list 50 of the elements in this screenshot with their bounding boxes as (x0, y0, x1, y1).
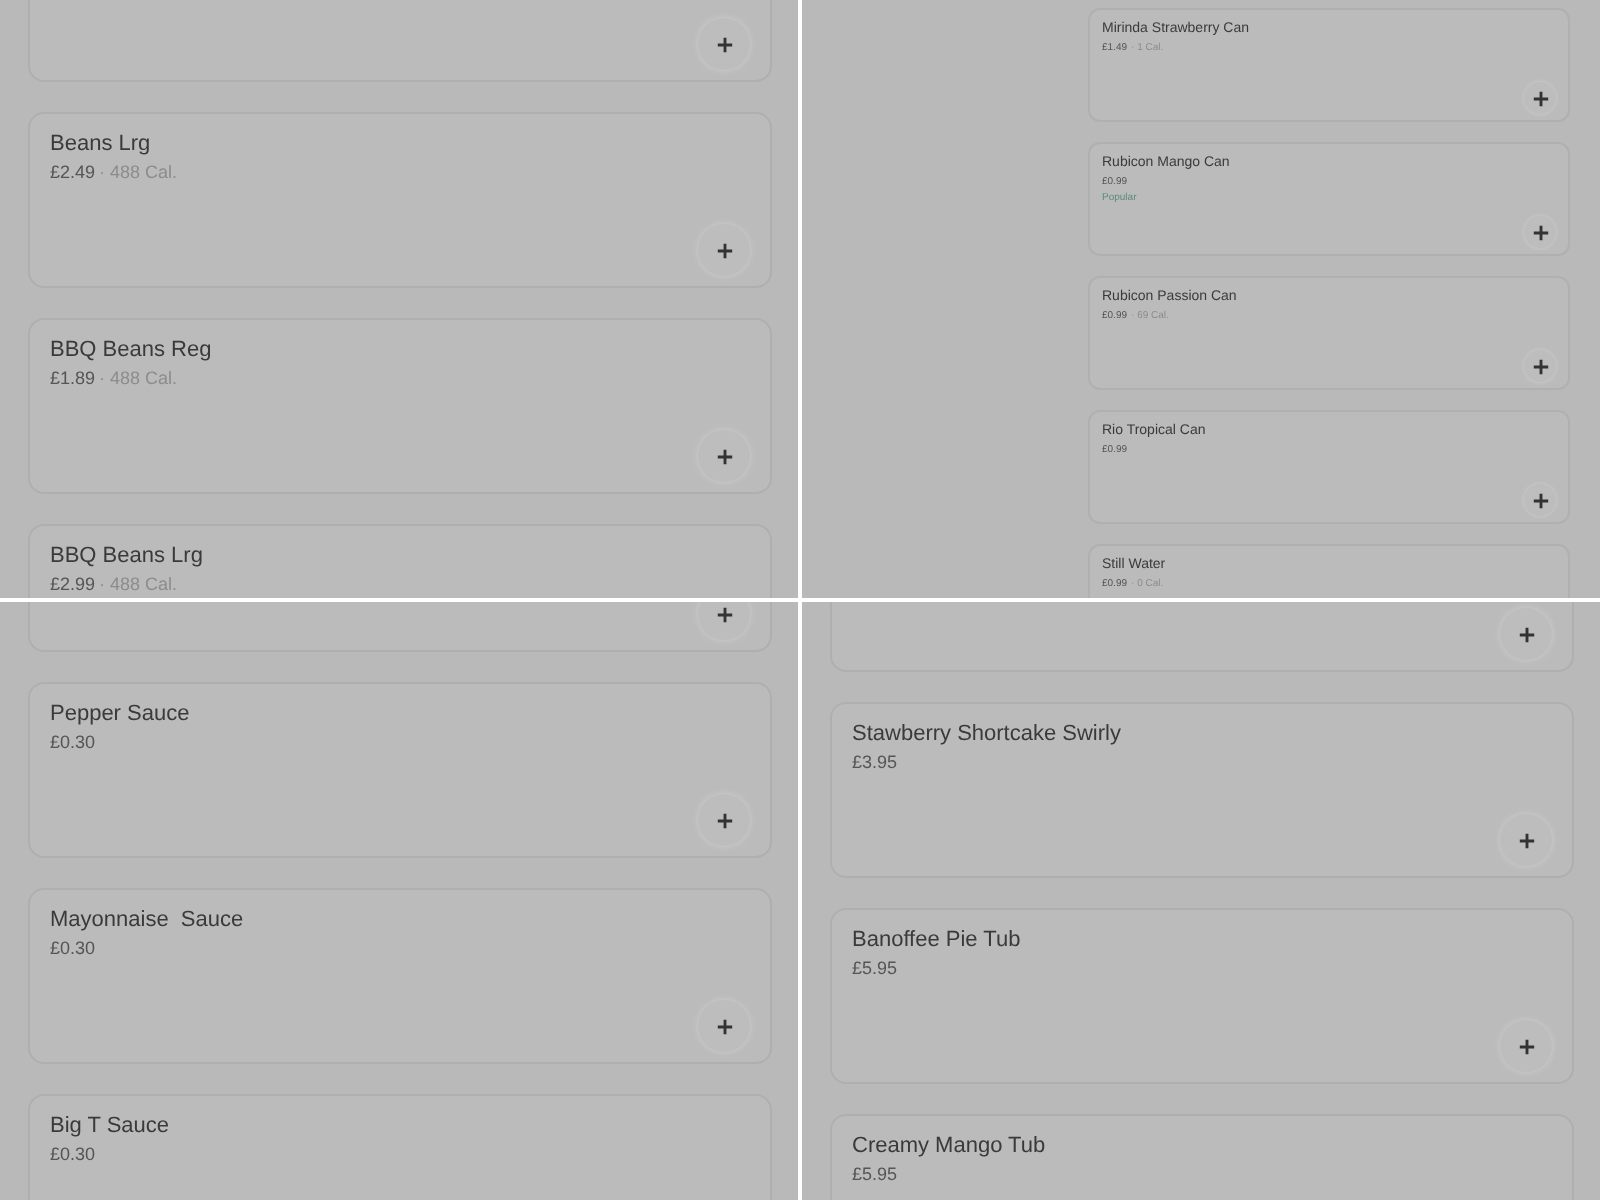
plus-icon (1517, 625, 1535, 643)
item-name: BBQ Beans Lrg (50, 542, 203, 572)
item-name: BBQ Beans Reg (50, 336, 212, 366)
add-button[interactable] (698, 18, 750, 70)
add-button[interactable] (1524, 82, 1556, 114)
item-price: £2.99 (50, 572, 96, 598)
menu-card[interactable]: Banoffee Pie Tub £5.95 (830, 908, 1574, 1084)
add-button[interactable] (698, 224, 750, 276)
add-button[interactable] (698, 1000, 750, 1052)
plus-icon (715, 605, 733, 623)
item-price: £1.89 (50, 366, 96, 392)
item-price: £0.30 (50, 1142, 96, 1168)
item-price: £3.95 (852, 750, 898, 776)
plus-icon (1531, 491, 1549, 509)
add-button[interactable] (1500, 814, 1552, 866)
item-price: £0.30 (50, 936, 96, 962)
menu-card[interactable]: Stawberry Shortcake Swirly £3.95 (830, 702, 1574, 878)
add-button[interactable] (1524, 484, 1556, 516)
item-price: £5.95 (852, 1162, 898, 1188)
plus-icon (1531, 357, 1549, 375)
add-button[interactable] (698, 602, 750, 640)
plus-icon (715, 241, 733, 259)
plus-icon (715, 447, 733, 465)
plus-icon (715, 1017, 733, 1035)
item-name: Big T Sauce (50, 1112, 170, 1142)
item-price: £2.49 (50, 160, 96, 186)
plus-icon (1517, 1037, 1535, 1055)
item-name: Beans Lrg (50, 130, 151, 160)
item-name: Banoffee Pie Tub (852, 926, 1021, 956)
add-button[interactable] (1500, 608, 1552, 660)
item-name: Stawberry Shortcake Swirly (852, 720, 1121, 750)
add-button[interactable] (1524, 350, 1556, 382)
plus-icon (715, 811, 733, 829)
add-button[interactable] (1500, 1020, 1552, 1072)
menu-card[interactable]: Pepper Sauce £0.30 (28, 682, 772, 858)
item-price: £5.95 (852, 956, 898, 982)
plus-icon (1517, 831, 1535, 849)
menu-card[interactable]: Mayonnaise Sauce £0.30 (28, 888, 772, 1064)
item-name: Mayonnaise Sauce (50, 906, 244, 936)
plus-icon (1531, 89, 1549, 107)
add-button[interactable] (698, 430, 750, 482)
menu-card[interactable]: Big T Sauce £0.30 (28, 1094, 772, 1200)
plus-icon (1531, 223, 1549, 241)
item-name: Creamy Mango Tub (852, 1132, 1046, 1162)
add-button[interactable] (698, 794, 750, 846)
item-price: £0.30 (50, 730, 96, 756)
plus-icon (715, 35, 733, 53)
add-button[interactable] (1524, 216, 1556, 248)
item-name: Pepper Sauce (50, 700, 190, 730)
menu-card[interactable]: Creamy Mango Tub £5.95 (830, 1114, 1574, 1200)
